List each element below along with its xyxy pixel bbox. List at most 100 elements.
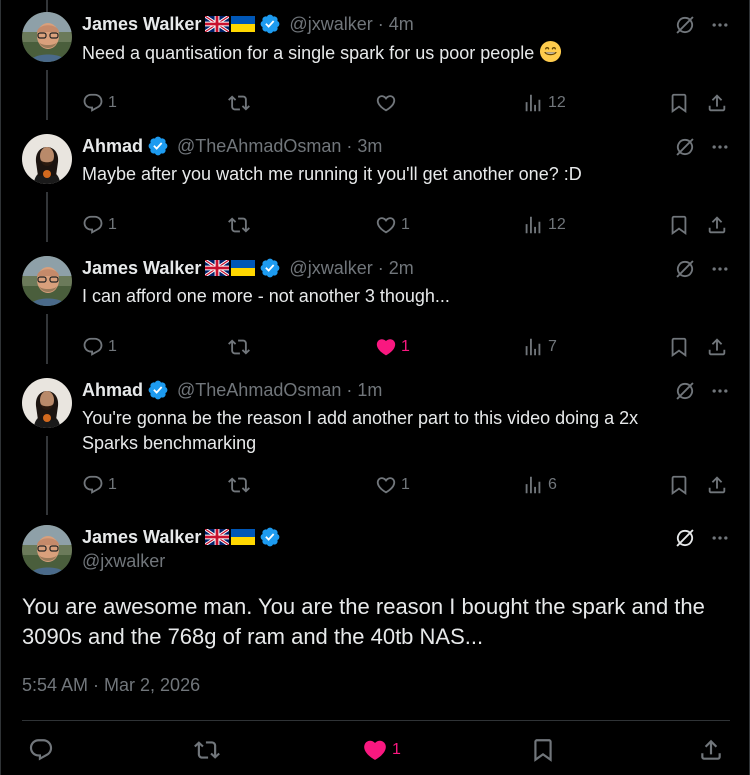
more-button[interactable] — [710, 259, 730, 279]
share-icon — [706, 474, 728, 496]
like-button[interactable]: 1 — [375, 214, 410, 236]
author-name[interactable]: Ahmad — [82, 380, 143, 401]
retweet-button[interactable] — [228, 92, 254, 114]
more-icon — [710, 381, 730, 401]
reply-button[interactable] — [28, 737, 54, 763]
verified-badge-icon[interactable] — [147, 379, 169, 401]
like-count: 1 — [392, 741, 401, 758]
author-handle[interactable]: @jxwalker — [289, 14, 372, 35]
retweet-button[interactable] — [228, 336, 254, 358]
retweet-button[interactable] — [228, 214, 254, 236]
author-handle[interactable]: @jxwalker — [289, 258, 372, 279]
grok-icon — [674, 136, 696, 158]
grok-button[interactable] — [674, 136, 696, 158]
tweet-text-content: I can afford one more - not another 3 th… — [82, 286, 450, 306]
author-name[interactable]: Ahmad — [82, 136, 143, 157]
author-handle[interactable]: @TheAhmadOsman — [177, 136, 341, 157]
tweet-timestamp[interactable]: 5:54 AM · Mar 2, 2026 — [22, 675, 200, 696]
share-button[interactable] — [706, 92, 728, 114]
tweet-top-actions — [674, 258, 730, 280]
more-button[interactable] — [710, 15, 730, 35]
bookmark-button[interactable] — [668, 336, 690, 358]
share-button[interactable] — [706, 474, 728, 496]
views-icon — [522, 214, 544, 236]
verified-badge-icon[interactable] — [147, 135, 169, 157]
tweet-actions: 1 1 12 — [82, 214, 734, 238]
bookmark-button[interactable] — [668, 214, 690, 236]
retweet-button[interactable] — [194, 737, 220, 763]
share-button[interactable] — [698, 737, 724, 763]
tweet-top-actions — [674, 136, 730, 158]
more-button[interactable] — [710, 137, 730, 157]
reply-button[interactable]: 1 — [82, 474, 117, 496]
reply-tweet[interactable]: Ahmad @TheAhmadOsman · 1m You're gonna be … — [0, 378, 750, 488]
like-button[interactable]: 1 — [375, 336, 410, 358]
share-icon — [706, 336, 728, 358]
reply-button[interactable]: 1 — [82, 92, 117, 114]
timestamp[interactable]: 3m — [357, 136, 382, 157]
reply-tweet[interactable]: Ahmad @TheAhmadOsman · 3m Maybe after you … — [0, 134, 750, 244]
heart-icon — [375, 92, 397, 114]
grok-button[interactable] — [674, 258, 696, 280]
author-handle[interactable]: @jxwalker — [82, 551, 165, 572]
timestamp[interactable]: 4m — [389, 14, 414, 35]
bookmark-icon — [668, 214, 690, 236]
tweet-text-content: You're gonna be the reason I add another… — [82, 408, 639, 453]
views-icon — [522, 336, 544, 358]
author-handle[interactable]: @TheAhmadOsman — [177, 380, 341, 401]
bookmark-button[interactable] — [668, 474, 690, 496]
heart-icon — [362, 737, 388, 763]
author-name[interactable]: James Walker — [82, 527, 201, 548]
bookmark-button[interactable] — [530, 737, 556, 763]
reply-tweet[interactable]: James Walker @jxwalker · 4m Need a quantis… — [0, 12, 750, 122]
reply-button[interactable]: 1 — [82, 336, 117, 358]
bookmark-button[interactable] — [668, 92, 690, 114]
verified-badge-icon[interactable] — [259, 13, 281, 35]
heart-icon — [375, 336, 397, 358]
more-button[interactable] — [710, 381, 730, 401]
views-icon — [522, 474, 544, 496]
like-count: 1 — [401, 338, 410, 355]
reply-tweet[interactable]: James Walker @jxwalker · 2m I can afford o… — [0, 256, 750, 366]
author-name[interactable]: James Walker — [82, 14, 201, 35]
share-icon — [706, 214, 728, 236]
ahmad-avatar[interactable] — [22, 134, 72, 184]
ahmad-avatar[interactable] — [22, 378, 72, 428]
tweet-actions: 1 1 7 — [82, 336, 734, 360]
timestamp[interactable]: 2m — [389, 258, 414, 279]
tweet-text: You're gonna be the reason I add another… — [82, 406, 680, 456]
divider — [22, 720, 730, 721]
main-tweet-actions: 1 — [0, 737, 750, 767]
tweet-actions: 1 1 6 — [82, 474, 734, 498]
james-avatar[interactable] — [22, 525, 72, 575]
tweet-text: Need a quantisation for a single spark f… — [82, 40, 680, 66]
views-count: 12 — [548, 94, 566, 111]
like-button[interactable] — [375, 92, 401, 114]
like-button[interactable]: 1 — [375, 474, 410, 496]
james-avatar[interactable] — [22, 12, 72, 62]
reply-button[interactable]: 1 — [82, 214, 117, 236]
views-button[interactable]: 12 — [522, 92, 566, 114]
verified-badge-icon[interactable] — [259, 526, 281, 548]
james-avatar[interactable] — [22, 256, 72, 306]
grok-button[interactable] — [674, 14, 696, 36]
tweet-header: James Walker — [82, 525, 281, 549]
like-count: 1 — [401, 216, 410, 233]
share-button[interactable] — [706, 214, 728, 236]
main-tweet-text: You are awesome man. You are the reason … — [22, 594, 705, 649]
timestamp[interactable]: 1m — [357, 380, 382, 401]
author-name[interactable]: James Walker — [82, 258, 201, 279]
retweet-button[interactable] — [228, 474, 254, 496]
grok-button[interactable] — [674, 527, 696, 549]
reply-icon — [82, 336, 104, 358]
more-button[interactable] — [710, 528, 730, 548]
views-button[interactable]: 6 — [522, 474, 557, 496]
more-icon — [710, 528, 730, 548]
verified-badge-icon[interactable] — [259, 257, 281, 279]
grok-button[interactable] — [674, 380, 696, 402]
share-button[interactable] — [706, 336, 728, 358]
like-button[interactable]: 1 — [362, 737, 401, 763]
ukraine-flag-icon — [231, 16, 255, 32]
views-button[interactable]: 7 — [522, 336, 557, 358]
views-button[interactable]: 12 — [522, 214, 566, 236]
